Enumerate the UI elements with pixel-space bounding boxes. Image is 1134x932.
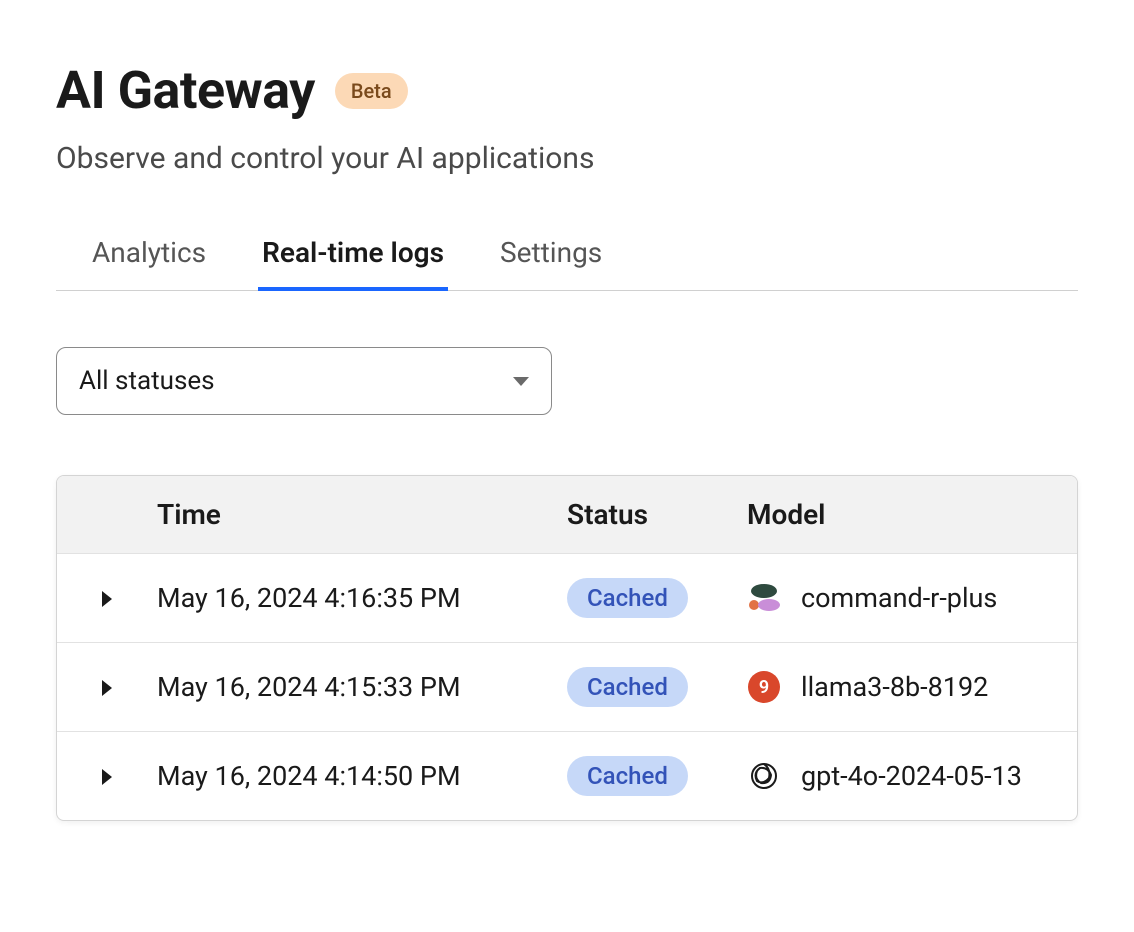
table-row: May 16, 2024 4:15:33 PM Cached 9 llama3-… (57, 643, 1077, 732)
cell-time: May 16, 2024 4:14:50 PM (157, 732, 567, 821)
page-subtitle: Observe and control your AI applications (56, 141, 1078, 176)
cell-time: May 16, 2024 4:15:33 PM (157, 643, 567, 732)
tab-real-time-logs[interactable]: Real-time logs (258, 236, 448, 291)
status-badge: Cached (567, 578, 688, 618)
beta-badge: Beta (335, 73, 408, 109)
column-expand (57, 476, 157, 554)
tab-settings[interactable]: Settings (496, 236, 606, 291)
groq-icon: 9 (747, 670, 781, 704)
cell-model: command-r-plus (801, 582, 997, 614)
logs-table: Time Status Model May 16, 2024 4:16:35 P… (56, 475, 1078, 821)
tab-analytics[interactable]: Analytics (88, 236, 210, 291)
status-filter-select[interactable]: All statuses (56, 347, 552, 415)
column-time: Time (157, 476, 567, 554)
expand-row-icon[interactable] (102, 769, 112, 785)
expand-row-icon[interactable] (102, 680, 112, 696)
status-badge: Cached (567, 756, 688, 796)
cohere-icon (747, 581, 781, 615)
tabs: Analytics Real-time logs Settings (56, 236, 1078, 291)
column-model: Model (747, 476, 1077, 554)
chevron-down-icon (513, 377, 529, 386)
table-row: May 16, 2024 4:14:50 PM Cached g (57, 732, 1077, 821)
cell-model: llama3-8b-8192 (801, 671, 988, 703)
table-row: May 16, 2024 4:16:35 PM Cached command-r… (57, 554, 1077, 643)
status-badge: Cached (567, 667, 688, 707)
openai-icon (747, 759, 781, 793)
column-status: Status (567, 476, 747, 554)
cell-time: May 16, 2024 4:16:35 PM (157, 554, 567, 643)
cell-model: gpt-4o-2024-05-13 (801, 760, 1022, 792)
status-filter-label: All statuses (79, 366, 215, 396)
expand-row-icon[interactable] (102, 591, 112, 607)
page-title: AI Gateway (56, 60, 315, 121)
table-header-row: Time Status Model (57, 476, 1077, 554)
